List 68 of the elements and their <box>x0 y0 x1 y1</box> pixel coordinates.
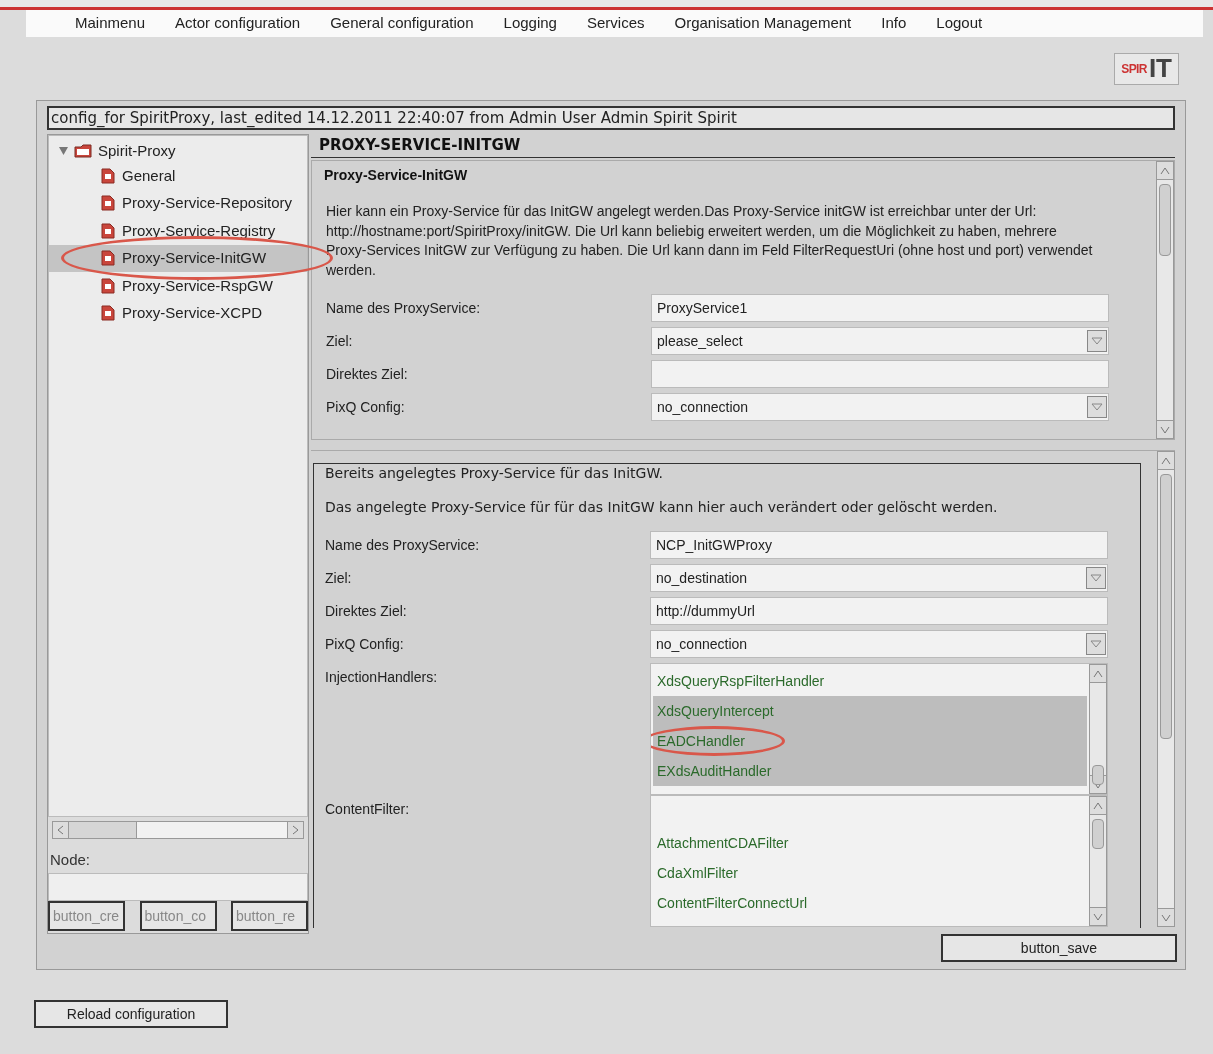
list-item[interactable]: XdsQueryRspFilterHandler <box>653 666 1087 696</box>
document-icon <box>101 195 115 212</box>
expand-triangle-icon[interactable] <box>59 147 68 155</box>
menu-item[interactable]: Services <box>586 12 645 35</box>
tree-item[interactable]: Proxy-Service-XCPD <box>49 299 307 327</box>
field-label: Name des ProxyService: <box>326 299 482 318</box>
scroll-thumb[interactable] <box>1159 184 1171 256</box>
tree-item[interactable]: General <box>49 162 307 190</box>
field-label: InjectionHandlers: <box>325 668 439 687</box>
scrollbar[interactable] <box>1089 796 1107 926</box>
scroll-thumb[interactable] <box>1092 765 1104 785</box>
menu-item[interactable]: General configuration <box>330 12 474 35</box>
text-field[interactable]: NCP_InitGWProxy <box>650 531 1108 559</box>
dropdown[interactable]: no_connection <box>650 630 1108 658</box>
field-label: Ziel: <box>325 569 353 588</box>
scrollbar[interactable] <box>1156 161 1174 439</box>
list-item[interactable]: XdsQueryIntercept <box>653 696 1087 726</box>
field-label: PixQ Config: <box>326 398 406 417</box>
list-item[interactable]: AttachmentCDAFilter <box>653 828 1087 858</box>
menu-item[interactable]: Logout <box>936 12 983 35</box>
field-label: PixQ Config: <box>325 635 405 654</box>
document-icon <box>101 277 115 294</box>
tree-item[interactable]: Spirit-Proxy <box>98 139 176 163</box>
save-button[interactable]: button_save <box>941 934 1177 962</box>
field-label: Name des ProxyService: <box>325 536 481 555</box>
field-label: Ziel: <box>326 332 354 351</box>
node-field[interactable] <box>48 873 308 901</box>
scroll-thumb[interactable] <box>1160 474 1172 739</box>
dropdown[interactable]: no_destination <box>650 564 1108 592</box>
tree-item[interactable]: Proxy-Service-Registry <box>49 217 307 245</box>
field-label: ContentFilter: <box>325 800 411 819</box>
horizontal-scrollbar[interactable] <box>52 821 304 839</box>
node-label: Node: <box>49 850 92 870</box>
tree-item[interactable]: Proxy-Service-RspGW <box>49 272 307 300</box>
config-title: config_for SpiritProxy, last_edited 14.12.2011 22:40:07 from Admin User Admin Spirit Spirit <box>47 106 1175 130</box>
document-icon <box>101 222 115 239</box>
list-item[interactable]: CdaXmlFilter <box>653 858 1087 888</box>
document-icon <box>101 250 115 267</box>
scroll-thumb[interactable] <box>1092 819 1104 849</box>
text-field[interactable] <box>651 360 1109 388</box>
document-icon <box>101 305 115 322</box>
description-text: Hier kann ein Proxy-Service für das InitGW angelegt werden.Das Proxy-Service initGW ist erreichbar unter der Url: http://hostname:port/SpiritProxy/initGW. Die Url kann beliebig erweitert werden, um die Möglichkeit zu haben, mehrere Proxy-Services InitGW zur Verfügung zu haben. Die Url kann dann im Feld FilterRequestUri (ohne host und port) verwendet werden. <box>326 202 1094 280</box>
field-label: Direktes Ziel: <box>325 602 408 621</box>
menu-item[interactable]: Mainmenu <box>75 12 146 35</box>
section-title: PROXY-SERVICE-INITGW <box>311 134 1175 158</box>
list-box[interactable]: XdsQueryRspFilterHandler XdsQueryIntercept EADCHandler EXdsAuditHandler <box>650 663 1108 795</box>
scrollbar[interactable] <box>1157 451 1175 927</box>
tree-item[interactable]: Proxy-Service-Repository <box>49 189 307 217</box>
menu-item[interactable]: Actor configuration <box>175 12 301 35</box>
description-text: Das angelegte Proxy-Service für für das InitGW kann hier auch verändert oder gelöscht werden. <box>325 498 999 517</box>
text-field[interactable]: http://dummyUrl <box>650 597 1108 625</box>
scrollbar[interactable] <box>1089 664 1107 794</box>
folder-icon <box>74 144 92 158</box>
menu-item[interactable]: Logging <box>503 12 557 35</box>
tree-item[interactable]: Proxy-Service-InitGW <box>49 244 307 272</box>
dropdown[interactable]: please_select <box>651 327 1109 355</box>
document-icon <box>101 167 115 184</box>
list-item[interactable]: EADCHandler <box>653 726 1087 756</box>
list-box[interactable]: AttachmentCDAFilter CdaXmlFilter ContentFilterConnectUrl <box>650 795 1108 927</box>
panel-heading: Proxy-Service-InitGW <box>324 166 469 185</box>
list-item[interactable]: ContentFilterConnectUrl <box>653 888 1087 918</box>
text-field[interactable]: ProxyService1 <box>651 294 1109 322</box>
menu-item[interactable]: Info <box>881 12 907 35</box>
list-item[interactable]: EXdsAuditHandler <box>653 756 1087 786</box>
dropdown[interactable]: no_connection <box>651 393 1109 421</box>
field-label: Direktes Ziel: <box>326 365 409 384</box>
reload-button[interactable]: Reload configuration <box>34 1000 228 1028</box>
menu-item[interactable]: Organisation Management <box>674 12 852 35</box>
